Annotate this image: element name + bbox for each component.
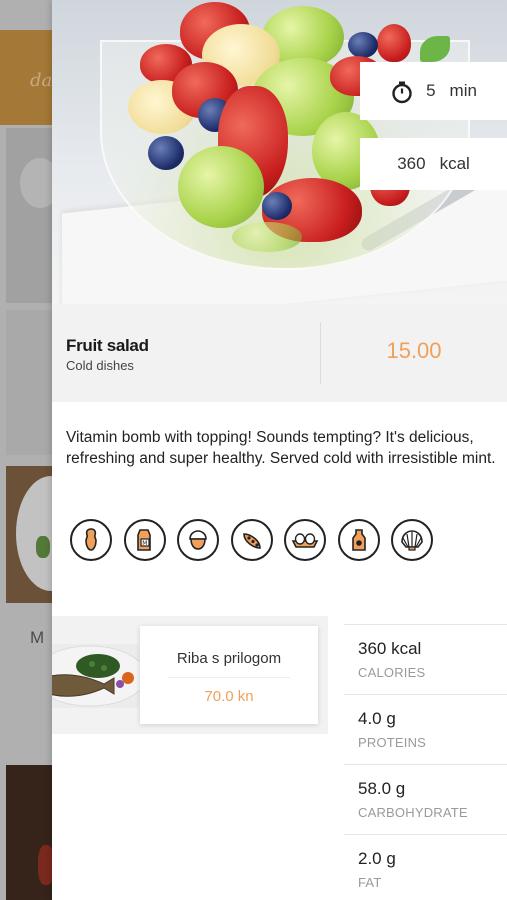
allergen-list: M — [70, 519, 433, 561]
dish-price: 15.00 — [386, 338, 442, 363]
peanut-icon — [70, 519, 112, 561]
calories-badge-unit: kcal — [439, 154, 470, 173]
nutrition-row-proteins: 4.0 g PROTEINS — [344, 694, 507, 764]
mustard-icon — [337, 519, 380, 561]
nutrition-value: 2.0 g — [358, 849, 396, 868]
shellfish-icon — [391, 519, 433, 561]
dish-detail-panel: 5 min 360 kcal Fruit salad Cold dishes 1… — [52, 0, 507, 900]
prep-time-unit: min — [449, 81, 477, 100]
dish-description: Vitamin bomb with topping! Sounds tempti… — [66, 429, 496, 467]
eggs-icon — [284, 519, 326, 561]
nutrition-value: 58.0 g — [358, 779, 406, 798]
nutrition-value: 360 kcal — [358, 639, 422, 658]
soy-icon — [230, 519, 273, 561]
related-dish-divider — [168, 677, 290, 678]
nutrition-row-fat: 2.0 g FAT — [344, 834, 507, 900]
dish-name: Fruit salad — [66, 336, 149, 355]
nutrition-label: PROTEINS — [358, 735, 427, 750]
dish-title-bar: Fruit salad Cold dishes 15.00 — [52, 304, 507, 402]
nutrition-value: 4.0 g — [358, 709, 396, 728]
background-dish-list: da M — [0, 0, 56, 900]
nutrition-label: CARBOHYDRATE — [358, 805, 468, 820]
nutrition-row-calories: 360 kcal CALORIES — [344, 624, 507, 694]
prep-time-value: 5 — [426, 81, 436, 100]
related-dish-price: 70.0 kn — [204, 688, 254, 705]
nutrition-label: CALORIES — [358, 665, 426, 680]
nutrition-facts: 360 kcal CALORIES 4.0 g PROTEINS 58.0 g … — [344, 624, 507, 900]
prep-time-badge: 5 min — [360, 62, 507, 120]
related-dish-name: Riba s prilogom — [176, 650, 282, 667]
dish-category: Cold dishes — [66, 358, 134, 373]
nutrition-label: FAT — [358, 875, 382, 890]
stopwatch-icon — [390, 80, 412, 104]
calories-badge: 360 kcal — [360, 138, 507, 190]
nut-icon — [177, 519, 219, 561]
related-dish-photo[interactable] — [52, 644, 139, 708]
background-dim-overlay[interactable] — [0, 0, 56, 900]
calories-badge-value: 360 — [397, 154, 426, 173]
svg-text:M: M — [142, 540, 147, 547]
milk-icon: M — [123, 519, 166, 561]
dish-photo: 5 min 360 kcal — [52, 0, 507, 304]
related-dish-card[interactable]: Riba s prilogom 70.0 kn — [140, 626, 318, 724]
related-dish[interactable]: Riba s prilogom 70.0 kn — [52, 616, 328, 734]
nutrition-row-carbohydrate: 58.0 g CARBOHYDRATE — [344, 764, 507, 834]
